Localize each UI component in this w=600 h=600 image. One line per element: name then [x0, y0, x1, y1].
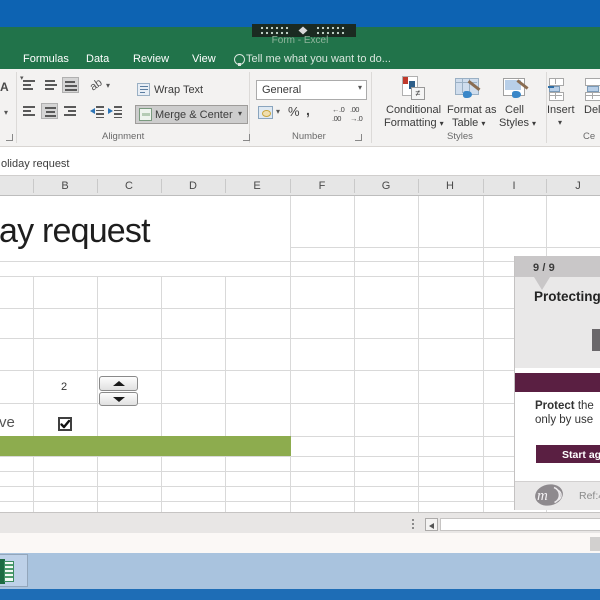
svg-text:m: m — [537, 488, 548, 504]
